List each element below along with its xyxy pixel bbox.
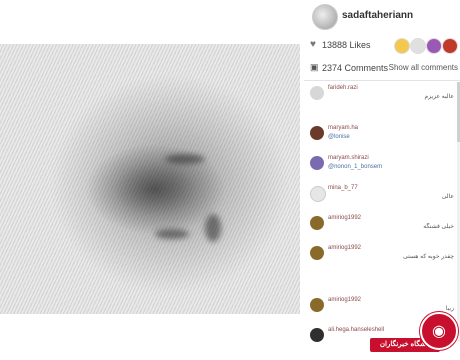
comment-author[interactable]: amiriog1992 — [328, 297, 361, 303]
comment-text: چقدر خوبه که هستی — [403, 254, 454, 260]
divider — [304, 80, 460, 81]
comments-row: ▣ 2374 Comments Show all comments — [304, 62, 460, 76]
liker-avatar[interactable] — [442, 38, 458, 54]
post-image[interactable] — [0, 44, 300, 314]
comment-author[interactable]: mina_b_77 — [328, 185, 358, 191]
comment-item: farideh.razi عالیه عزیزم — [304, 84, 460, 118]
comment-avatar[interactable] — [310, 328, 324, 342]
post-header: sadaftaheriann — [304, 0, 460, 34]
show-all-comments-link[interactable]: Show all comments — [389, 63, 458, 72]
profile-avatar[interactable] — [312, 4, 338, 30]
likes-row: ♥ 13888 Likes — [304, 38, 460, 54]
face-mouth — [205, 214, 221, 242]
profile-username[interactable]: sadaftaheriann — [342, 10, 413, 21]
comment-author[interactable]: amiriog1992 — [328, 215, 361, 221]
comment-avatar[interactable] — [310, 246, 324, 260]
liker-avatar[interactable] — [426, 38, 442, 54]
comment-item: mina_b_77 عالی — [304, 184, 460, 218]
face-eye-right — [155, 229, 189, 239]
news-agency-watermark: باشگاه خبرنگاران ◉ — [370, 312, 460, 358]
comment-author[interactable]: maryam.ha — [328, 125, 358, 131]
comment-avatar[interactable] — [310, 126, 324, 140]
comment-text: عالیه عزیزم — [424, 94, 454, 100]
face-eye-left — [165, 154, 205, 164]
heart-icon[interactable]: ♥ — [310, 39, 316, 50]
comment-author[interactable]: amiriog1992 — [328, 245, 361, 251]
comment-avatar[interactable] — [310, 86, 324, 100]
logo-icon: ◉ — [432, 323, 446, 340]
comment-item: maryam.ha @lonise — [304, 124, 460, 158]
comment-author[interactable]: farideh.razi — [328, 85, 358, 91]
comment-text: خیلی قشنگه — [423, 224, 454, 230]
comment-icon: ▣ — [310, 62, 319, 72]
post-sidebar: sadaftaheriann ♥ 13888 Likes ▣ 2374 Comm… — [304, 0, 460, 358]
comment-author[interactable]: maryam.shirazi — [328, 155, 369, 161]
comment-avatar[interactable] — [310, 298, 324, 312]
comment-avatar[interactable] — [310, 156, 324, 170]
comment-avatar[interactable] — [310, 186, 326, 202]
likes-count: 13888 Likes — [322, 40, 371, 50]
comments-count: 2374 Comments — [322, 63, 389, 73]
comment-text: عالی — [441, 194, 454, 200]
comment-item: maryam.shirazi @nonon_1_bonsem — [304, 154, 460, 188]
comment-item: amiriog1992 چقدر خوبه که هستی — [304, 244, 460, 278]
liker-avatar[interactable] — [394, 38, 410, 54]
watermark-logo: ◉ — [420, 312, 458, 350]
comment-text: @nonon_1_bonsem — [328, 164, 383, 170]
comment-avatar[interactable] — [310, 216, 324, 230]
comment-item: amiriog1992 خیلی قشنگه — [304, 214, 460, 248]
comment-text: @lonise — [328, 134, 350, 140]
liker-avatar[interactable] — [410, 38, 426, 54]
